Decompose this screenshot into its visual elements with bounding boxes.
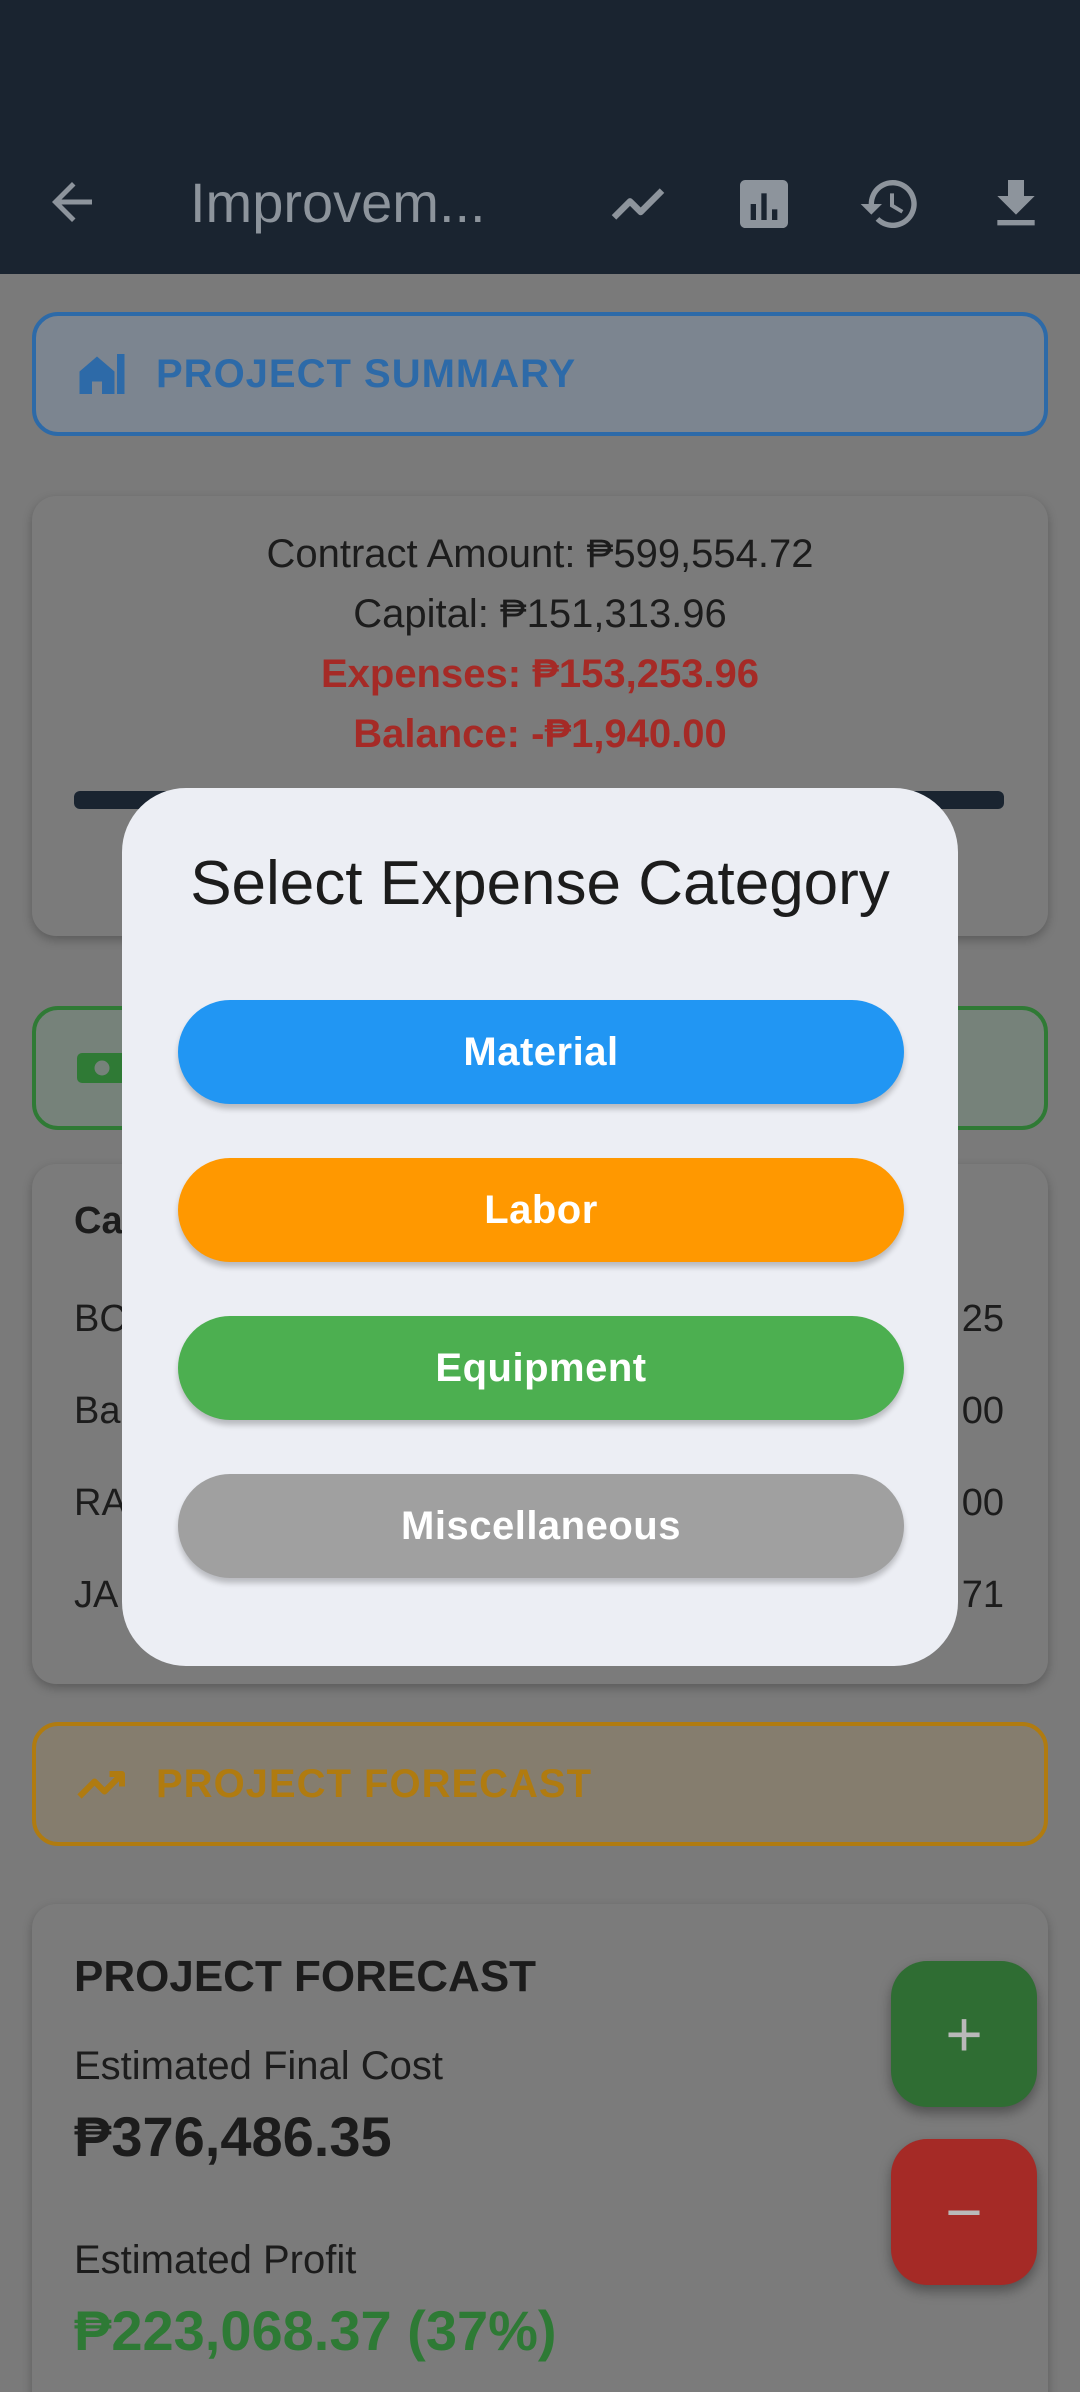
miscellaneous-button[interactable]: Miscellaneous <box>178 1474 904 1578</box>
bar-chart-icon[interactable] <box>732 172 796 236</box>
trending-up-icon <box>77 1771 125 1799</box>
forecast-card-title: PROJECT FORECAST <box>74 1952 537 2001</box>
subtract-fab[interactable]: − <box>891 2139 1037 2285</box>
plus-icon: + <box>945 1998 983 2070</box>
page-title: Improvem... <box>190 171 486 234</box>
profit-label: Estimated Profit <box>74 2238 357 2282</box>
final-cost-label: Estimated Final Cost <box>74 2044 444 2088</box>
download-icon[interactable] <box>984 172 1048 236</box>
project-summary-label: PROJECT SUMMARY <box>156 351 577 396</box>
project-forecast-button[interactable]: PROJECT FORECAST <box>32 1722 1048 1846</box>
trend-line-icon[interactable] <box>606 172 670 236</box>
capital-amount: Capital: ₱151,313.96 <box>353 592 727 636</box>
labor-button[interactable]: Labor <box>178 1158 904 1262</box>
balance-amount: Balance: -₱1,940.00 <box>353 712 727 756</box>
minus-icon: − <box>945 2176 983 2248</box>
dialog-title: Select Expense Category <box>190 849 890 918</box>
final-cost-value: ₱376,486.35 <box>74 2105 392 2168</box>
app-bar: Improvem... <box>0 0 1080 274</box>
add-expense-fab[interactable]: + <box>891 1961 1037 2107</box>
equipment-button[interactable]: Equipment <box>178 1316 904 1420</box>
back-arrow-icon[interactable] <box>42 172 102 232</box>
expense-category-dialog: Select Expense Category Material Labor E… <box>122 788 958 1666</box>
house-icon <box>79 354 125 394</box>
history-icon[interactable] <box>858 172 922 236</box>
expenses-amount: Expenses: ₱153,253.96 <box>320 652 760 696</box>
material-button[interactable]: Material <box>178 1000 904 1104</box>
profit-value: ₱223,068.37 (37%) <box>74 2299 557 2362</box>
contract-amount: Contract Amount: ₱599,554.72 <box>266 532 814 576</box>
project-forecast-label: PROJECT FORECAST <box>156 1761 593 1806</box>
toolbar: Improvem... <box>0 150 1080 250</box>
project-summary-button[interactable]: PROJECT SUMMARY <box>32 312 1048 436</box>
